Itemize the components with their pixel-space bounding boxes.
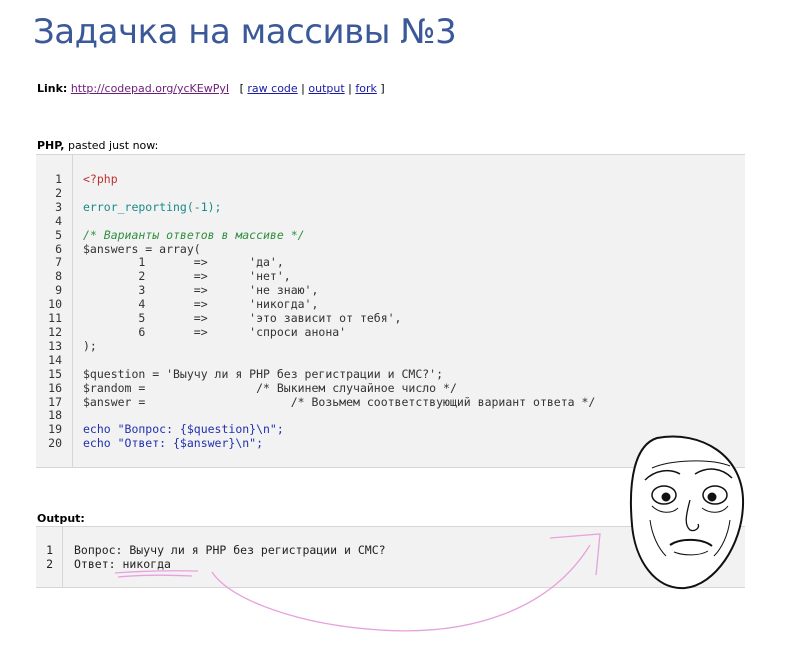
code-block: 1 2 3 4 5 6 7 8 9 10 11 12 13 14 15 16 1… [36, 154, 745, 468]
fork-link[interactable]: fork [355, 82, 377, 95]
code-line: 2 => 'нет', [83, 269, 291, 284]
code-line: 4 => 'никогда', [83, 297, 319, 312]
link-label: Link: [37, 82, 68, 95]
code-line: 1 => 'да', [83, 255, 284, 270]
output-content: Вопрос: Выучу ли я PHP без регистрации и… [74, 543, 386, 571]
output-link[interactable]: output [308, 82, 344, 95]
code-line: echo "Вопрос: {$question}\n"; [83, 422, 284, 437]
code-line-numbers: 1 2 3 4 5 6 7 8 9 10 11 12 13 14 15 16 1… [48, 172, 62, 451]
code-line: 5 => 'это зависит от тебя', [83, 311, 402, 326]
output-label: Output: [37, 512, 85, 525]
code-line: 6 => 'спроси анона' [83, 324, 347, 339]
output-block: 1 2 Вопрос: Выучу ли я PHP без регистрац… [36, 526, 745, 588]
paste-time: pasted just now: [64, 139, 159, 152]
output-line: Вопрос: Выучу ли я PHP без регистрации и… [74, 543, 386, 557]
code-line: /* Варианты ответов в массиве */ [83, 227, 305, 242]
code-line: echo "Ответ: {$answer}\n"; [83, 436, 264, 451]
output-line: Ответ: никогда [74, 557, 171, 571]
language-label: PHP, [37, 139, 65, 152]
code-line: <?php [83, 172, 118, 186]
code-line: ); [83, 338, 97, 353]
code-line: 3 => 'не знаю', [83, 283, 319, 298]
code-content: <?php error_reporting(-1); /* Варианты о… [83, 172, 596, 451]
code-line: $random = /* Выкинем случайное число */ [83, 380, 457, 395]
paste-url-link[interactable]: http://codepad.org/ycKEwPyI [71, 82, 229, 95]
output-line-numbers: 1 2 [46, 543, 53, 571]
link-bar: Link: http://codepad.org/ycKEwPyI [ raw … [37, 82, 385, 95]
paste-info: PHP, pasted just now: [37, 139, 158, 152]
code-line: $answer = /* Возьмем соответствующий вар… [83, 394, 596, 409]
code-line: $question = 'Выучу ли я PHP без регистра… [83, 366, 444, 381]
code-line: $answers = array( [83, 241, 201, 256]
page-title: Задачка на массивы №3 [33, 12, 457, 52]
raw-code-link[interactable]: raw code [247, 82, 297, 95]
code-line: error_reporting(-1); [83, 199, 222, 214]
